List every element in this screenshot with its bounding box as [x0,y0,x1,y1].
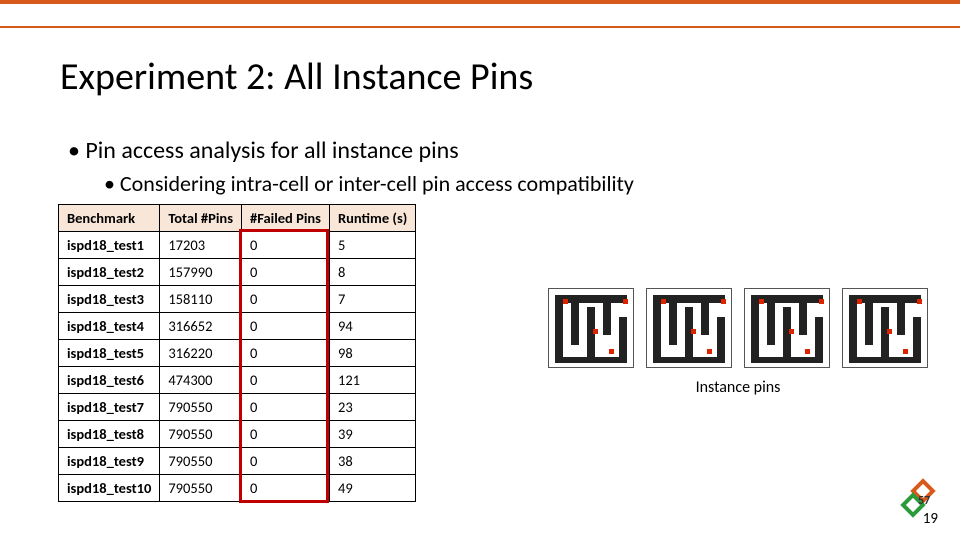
logo-number: 57 [918,494,930,508]
table-cell: ispd18_test4 [59,313,160,340]
table-cell: 5 [329,232,415,259]
table-cell: 7 [329,286,415,313]
table-cell: 316652 [160,313,242,340]
table-cell: ispd18_test1 [59,232,160,259]
table-cell: 94 [329,313,415,340]
table-row: ispd18_test10790550049 [59,475,416,502]
table-cell: 0 [242,367,330,394]
table-cell: ispd18_test6 [59,367,160,394]
col-header: Benchmark [59,205,160,232]
table-cell: 0 [242,448,330,475]
table-cell: 0 [242,286,330,313]
accent-bar-sub [0,4,960,28]
results-table: BenchmarkTotal #Pins#Failed PinsRuntime … [58,204,416,502]
table-cell: 23 [329,394,415,421]
table-row: ispd18_test315811007 [59,286,416,313]
table-cell: 0 [242,259,330,286]
table-cell: 49 [329,475,415,502]
table-cell: ispd18_test10 [59,475,160,502]
table-cell: 316220 [160,340,242,367]
layout-cell-icon [842,288,928,368]
table-cell: 98 [329,340,415,367]
table-cell: 0 [242,340,330,367]
table-cell: 0 [242,394,330,421]
table-cell: ispd18_test5 [59,340,160,367]
table-cell: 157990 [160,259,242,286]
col-header: #Failed Pins [242,205,330,232]
table-cell: 121 [329,367,415,394]
table-cell: ispd18_test9 [59,448,160,475]
table-cell: 790550 [160,421,242,448]
table-cell: ispd18_test8 [59,421,160,448]
col-header: Runtime (s) [329,205,415,232]
table-row: ispd18_test11720305 [59,232,416,259]
layout-cell-icon [744,288,830,368]
table-cell: 790550 [160,475,242,502]
table-row: ispd18_test5316220098 [59,340,416,367]
table-cell: ispd18_test3 [59,286,160,313]
table-cell: 790550 [160,394,242,421]
table-row: ispd18_test215799008 [59,259,416,286]
table-cell: 158110 [160,286,242,313]
table-cell: 38 [329,448,415,475]
page-number: 19 [923,510,938,528]
table-row: ispd18_test4316652094 [59,313,416,340]
table-cell: 0 [242,232,330,259]
results-table-wrap: BenchmarkTotal #Pins#Failed PinsRuntime … [58,204,416,502]
bullet-level1: • Pin access analysis for all instance p… [68,136,459,165]
table-cell: 17203 [160,232,242,259]
slide-title: Experiment 2: All Instance Pins [60,54,533,100]
table-row: ispd18_test9790550038 [59,448,416,475]
layout-cell-icon [646,288,732,368]
table-cell: 0 [242,421,330,448]
layout-cell-icon [548,288,634,368]
table-cell: 39 [329,421,415,448]
table-row: ispd18_test8790550039 [59,421,416,448]
table-cell: 0 [242,313,330,340]
table-row: ispd18_test7790550023 [59,394,416,421]
instance-pins-figure: Instance pins [548,288,928,397]
table-cell: 790550 [160,448,242,475]
table-cell: ispd18_test2 [59,259,160,286]
table-cell: 8 [329,259,415,286]
col-header: Total #Pins [160,205,242,232]
bullet-level2: • Considering intra-cell or inter-cell p… [104,170,634,197]
table-cell: 0 [242,475,330,502]
table-cell: 474300 [160,367,242,394]
table-row: ispd18_test64743000121 [59,367,416,394]
figure-caption: Instance pins [548,378,928,397]
table-cell: ispd18_test7 [59,394,160,421]
